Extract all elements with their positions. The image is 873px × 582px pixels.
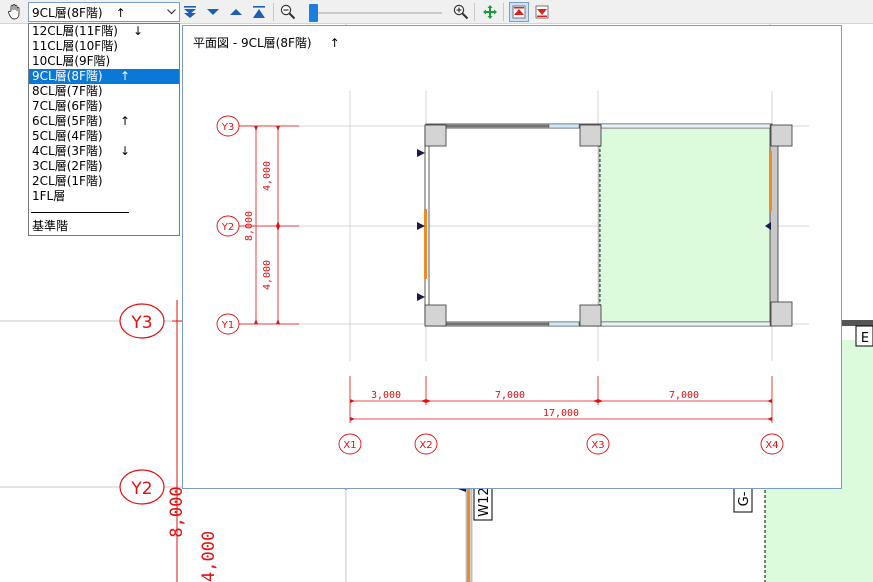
grid-label-x1[interactable]: X1 [338, 433, 362, 455]
list-item-selected[interactable]: 9CL層(8F階) ↑ [29, 69, 179, 84]
zoom-slider-thumb[interactable] [309, 4, 318, 22]
zoom-slider-track[interactable] [318, 12, 442, 14]
zoom-out-icon[interactable] [278, 2, 298, 22]
bg-grid-label-y3: Y3 [119, 303, 165, 339]
grid-label-x3[interactable]: X3 [586, 433, 610, 455]
column[interactable] [770, 124, 793, 147]
dimension-label: 4,000 [262, 260, 273, 290]
chevron-down-icon[interactable] [163, 3, 179, 21]
hand-icon[interactable] [4, 2, 24, 22]
list-item[interactable]: 10CL層(9F階) [29, 54, 179, 69]
svg-text:W12: W12 [477, 487, 492, 516]
step-down-icon[interactable] [203, 2, 223, 22]
upper-floor-icon[interactable] [509, 2, 529, 22]
grid-label-x2[interactable]: X2 [414, 433, 438, 455]
list-item[interactable]: 8CL層(7F階) [29, 84, 179, 99]
plan-drawing[interactable]: 4,000 4,000 8,000 3,000 7,000 7,000 17,0… [183, 26, 841, 488]
list-item[interactable]: 12CL層(11F階) ↓ [29, 24, 179, 39]
wall-opening[interactable] [769, 151, 772, 211]
svg-text:X1: X1 [343, 440, 356, 451]
bg-beam-label: G- [733, 485, 753, 513]
room-area[interactable] [600, 129, 770, 323]
column[interactable] [579, 304, 602, 327]
list-item[interactable]: 2CL層(1F階) [29, 174, 179, 189]
svg-text:Y3: Y3 [221, 122, 234, 133]
floor-dropdown-list[interactable]: 12CL層(11F階) ↓ 11CL層(10F階) 10CL層(9F階) 9CL層… [28, 23, 180, 236]
dimension-total-label: 17,000 [543, 408, 579, 419]
floor-select-value: 9CL層(8F階) ↑ [32, 5, 126, 20]
bg-wall-label: W12 [473, 483, 493, 521]
bg-dimension-4000: 4,000 [199, 531, 219, 582]
svg-text:X3: X3 [591, 440, 604, 451]
svg-text:X2: X2 [419, 440, 432, 451]
column[interactable] [579, 124, 602, 147]
list-item[interactable]: 1FL層 [29, 189, 179, 204]
app-root: Y3 Y2 8,000 4,000 W12 G- E 9CL層(8F階) ↑ 1… [0, 0, 873, 582]
step-up-icon[interactable] [226, 2, 246, 22]
bg-edge-label: E [855, 325, 873, 347]
dimension-label: 7,000 [669, 390, 699, 401]
dimension-label: 7,000 [495, 390, 525, 401]
bg-grid-label-y2: Y2 [119, 469, 165, 505]
dimension-label: 3,000 [371, 390, 401, 401]
list-item[interactable]: 3CL層(2F階) [29, 159, 179, 174]
dimension-label: 4,000 [262, 161, 273, 191]
list-item[interactable]: 4CL層(3F階) ↓ [29, 144, 179, 159]
pan-icon[interactable] [480, 2, 500, 22]
zoom-in-icon[interactable] [451, 2, 471, 22]
svg-text:Y3: Y3 [130, 313, 152, 333]
svg-text:E: E [861, 331, 869, 346]
grid-label-y2[interactable]: Y2 [216, 215, 240, 237]
list-item[interactable]: 5CL層(4F階) [29, 129, 179, 144]
svg-text:Y2: Y2 [221, 222, 234, 233]
svg-text:Y1: Y1 [221, 320, 234, 331]
svg-text:G-: G- [737, 491, 752, 506]
list-item[interactable]: 基準階 [29, 219, 179, 234]
column[interactable] [424, 124, 447, 147]
list-item[interactable]: 11CL層(10F階) [29, 39, 179, 54]
grid-label-x4[interactable]: X4 [760, 433, 784, 455]
toolbar-separator [503, 3, 504, 21]
floor-select[interactable]: 9CL層(8F階) ↑ [28, 2, 180, 22]
svg-text:X4: X4 [765, 440, 778, 451]
lower-floor-icon[interactable] [532, 2, 552, 22]
list-item[interactable]: 6CL層(5F階) ↑ [29, 114, 179, 129]
column[interactable] [770, 301, 793, 327]
column[interactable] [424, 304, 447, 327]
toolbar: 9CL層(8F階) ↑ [0, 0, 873, 24]
go-bottom-icon[interactable] [180, 2, 200, 22]
go-top-icon[interactable] [249, 2, 269, 22]
toolbar-separator [273, 3, 274, 21]
list-item[interactable]: 7CL層(6F階) [29, 99, 179, 114]
svg-text:Y2: Y2 [130, 479, 152, 499]
wall-opening[interactable] [424, 209, 427, 279]
list-separator [29, 204, 179, 219]
toolbar-separator [474, 3, 475, 21]
bg-dimension-8000: 8,000 [167, 486, 187, 537]
grid-label-y1[interactable]: Y1 [216, 313, 240, 335]
plan-preview-popup: 平面図 - 9CL層(8F階) ↑ 4,000 4,000 8,000 3,00… [182, 25, 842, 489]
grid-label-y3[interactable]: Y3 [216, 115, 240, 137]
